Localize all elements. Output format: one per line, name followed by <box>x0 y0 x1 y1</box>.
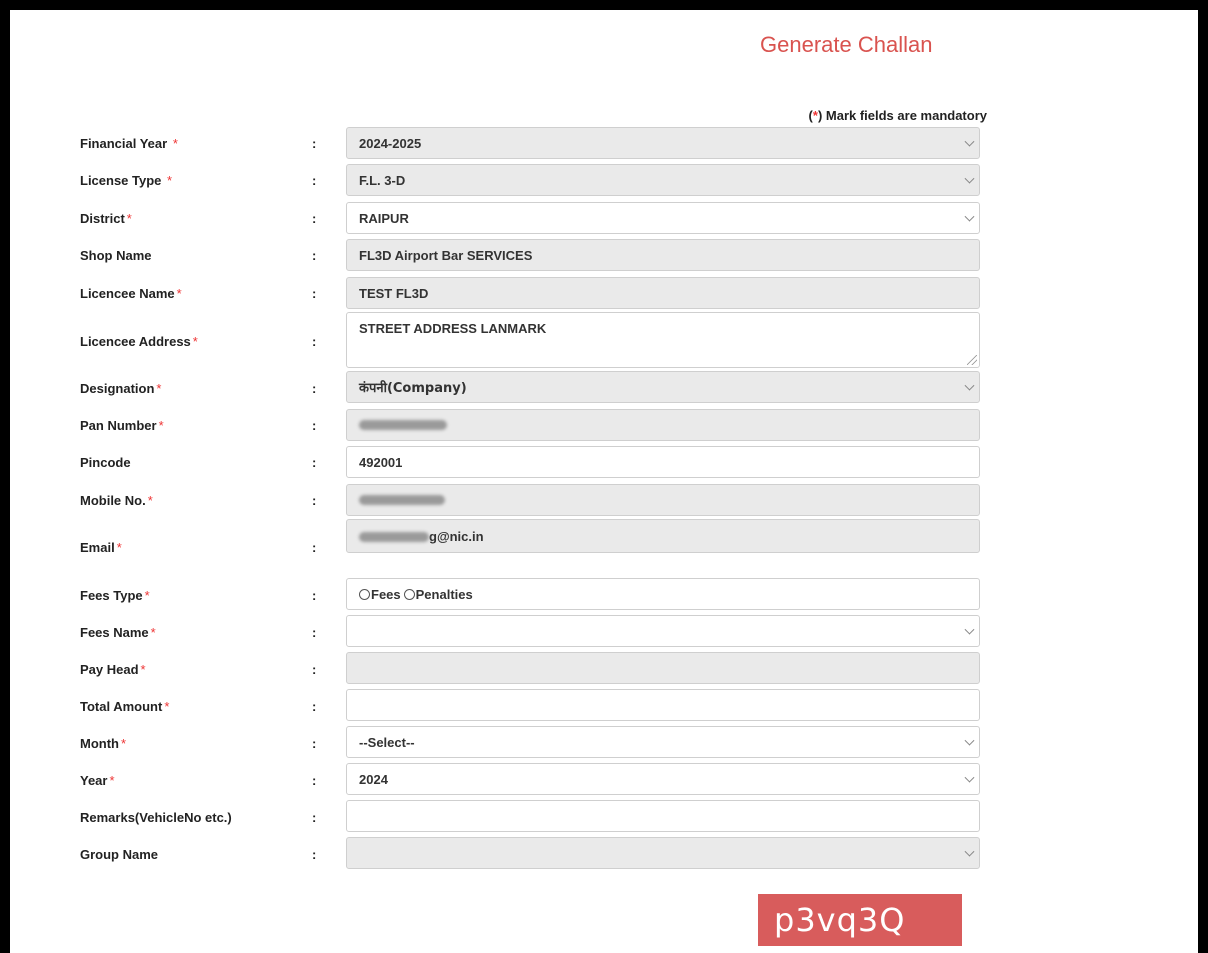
email-input[interactable]: g@nic.in <box>346 519 980 553</box>
page-title: Generate Challan <box>760 32 933 57</box>
colon: : <box>312 588 317 603</box>
page-frame: Generate Challan (*) Mark fields are man… <box>10 10 1198 953</box>
group-name-select[interactable] <box>346 837 980 869</box>
group-name-label: Group Name <box>80 847 159 862</box>
mobile-input[interactable] <box>346 484 980 516</box>
fees-type-radio-group: Fees Penalties <box>346 578 980 610</box>
district-label: District * <box>80 211 132 226</box>
colon: : <box>312 248 317 263</box>
fees-name-select[interactable] <box>346 615 980 647</box>
colon: : <box>312 455 317 470</box>
colon: : <box>312 847 317 862</box>
financial-year-label: Financial Year * <box>80 136 178 151</box>
mobile-label: Mobile No. * <box>80 493 153 508</box>
colon: : <box>312 136 317 151</box>
colon: : <box>312 334 317 349</box>
colon: : <box>312 286 317 301</box>
licencee-address-textarea[interactable]: STREET ADDRESS LANMARK <box>346 312 980 368</box>
total-amount-input[interactable] <box>346 689 980 721</box>
colon: : <box>312 381 317 396</box>
total-amount-label: Total Amount * <box>80 699 170 714</box>
pay-head-label: Pay Head * <box>80 662 146 677</box>
mandatory-note: (*) Mark fields are mandatory <box>808 108 987 123</box>
fees-type-label: Fees Type * <box>80 588 150 603</box>
colon: : <box>312 493 317 508</box>
colon: : <box>312 540 317 555</box>
chevron-down-icon <box>964 211 975 222</box>
month-label: Month * <box>80 736 127 751</box>
pay-head-input[interactable] <box>346 652 980 684</box>
chevron-down-icon <box>964 380 975 391</box>
chevron-down-icon <box>964 136 975 147</box>
penalties-radio[interactable] <box>403 588 415 600</box>
remarks-input[interactable] <box>346 800 980 832</box>
redacted-value <box>359 420 447 430</box>
month-select[interactable]: --Select-- <box>346 726 980 758</box>
fees-radio[interactable] <box>359 588 370 600</box>
colon: : <box>312 773 317 788</box>
email-label: Email * <box>80 540 122 555</box>
year-label: Year * <box>80 773 115 788</box>
shop-name-input[interactable]: FL3D Airport Bar SERVICES <box>346 239 980 271</box>
fees-name-label: Fees Name * <box>80 625 156 640</box>
colon: : <box>312 699 317 714</box>
colon: : <box>312 211 317 226</box>
redacted-value <box>359 495 445 505</box>
license-type-select[interactable]: F.L. 3-D <box>346 164 980 196</box>
pan-number-label: Pan Number * <box>80 418 164 433</box>
licencee-name-label: Licencee Name * <box>80 286 182 301</box>
colon: : <box>312 173 317 188</box>
district-select[interactable]: RAIPUR <box>346 202 980 234</box>
colon: : <box>312 662 317 677</box>
chevron-down-icon <box>964 173 975 184</box>
colon: : <box>312 736 317 751</box>
chevron-down-icon <box>964 624 975 635</box>
pincode-label: Pincode <box>80 455 131 470</box>
colon: : <box>312 418 317 433</box>
captcha-image: p3vq3Q <box>758 894 962 946</box>
year-select[interactable]: 2024 <box>346 763 980 795</box>
financial-year-select[interactable]: 2024-2025 <box>346 127 980 159</box>
redacted-value <box>359 532 429 542</box>
designation-select[interactable]: कंपनी(Company) <box>346 371 980 403</box>
pan-number-input[interactable] <box>346 409 980 441</box>
chevron-down-icon <box>964 735 975 746</box>
resize-handle-icon[interactable] <box>967 355 977 365</box>
chevron-down-icon <box>964 846 975 857</box>
remarks-label: Remarks(VehicleNo etc.) <box>80 810 232 825</box>
licencee-name-input[interactable]: TEST FL3D <box>346 277 980 309</box>
pincode-input[interactable]: 492001 <box>346 446 980 478</box>
licencee-address-label: Licencee Address * <box>80 334 198 349</box>
colon: : <box>312 625 317 640</box>
designation-label: Designation * <box>80 381 162 396</box>
colon: : <box>312 810 317 825</box>
license-type-label: License Type * <box>80 173 173 188</box>
shop-name-label: Shop Name <box>80 248 152 263</box>
chevron-down-icon <box>964 772 975 783</box>
